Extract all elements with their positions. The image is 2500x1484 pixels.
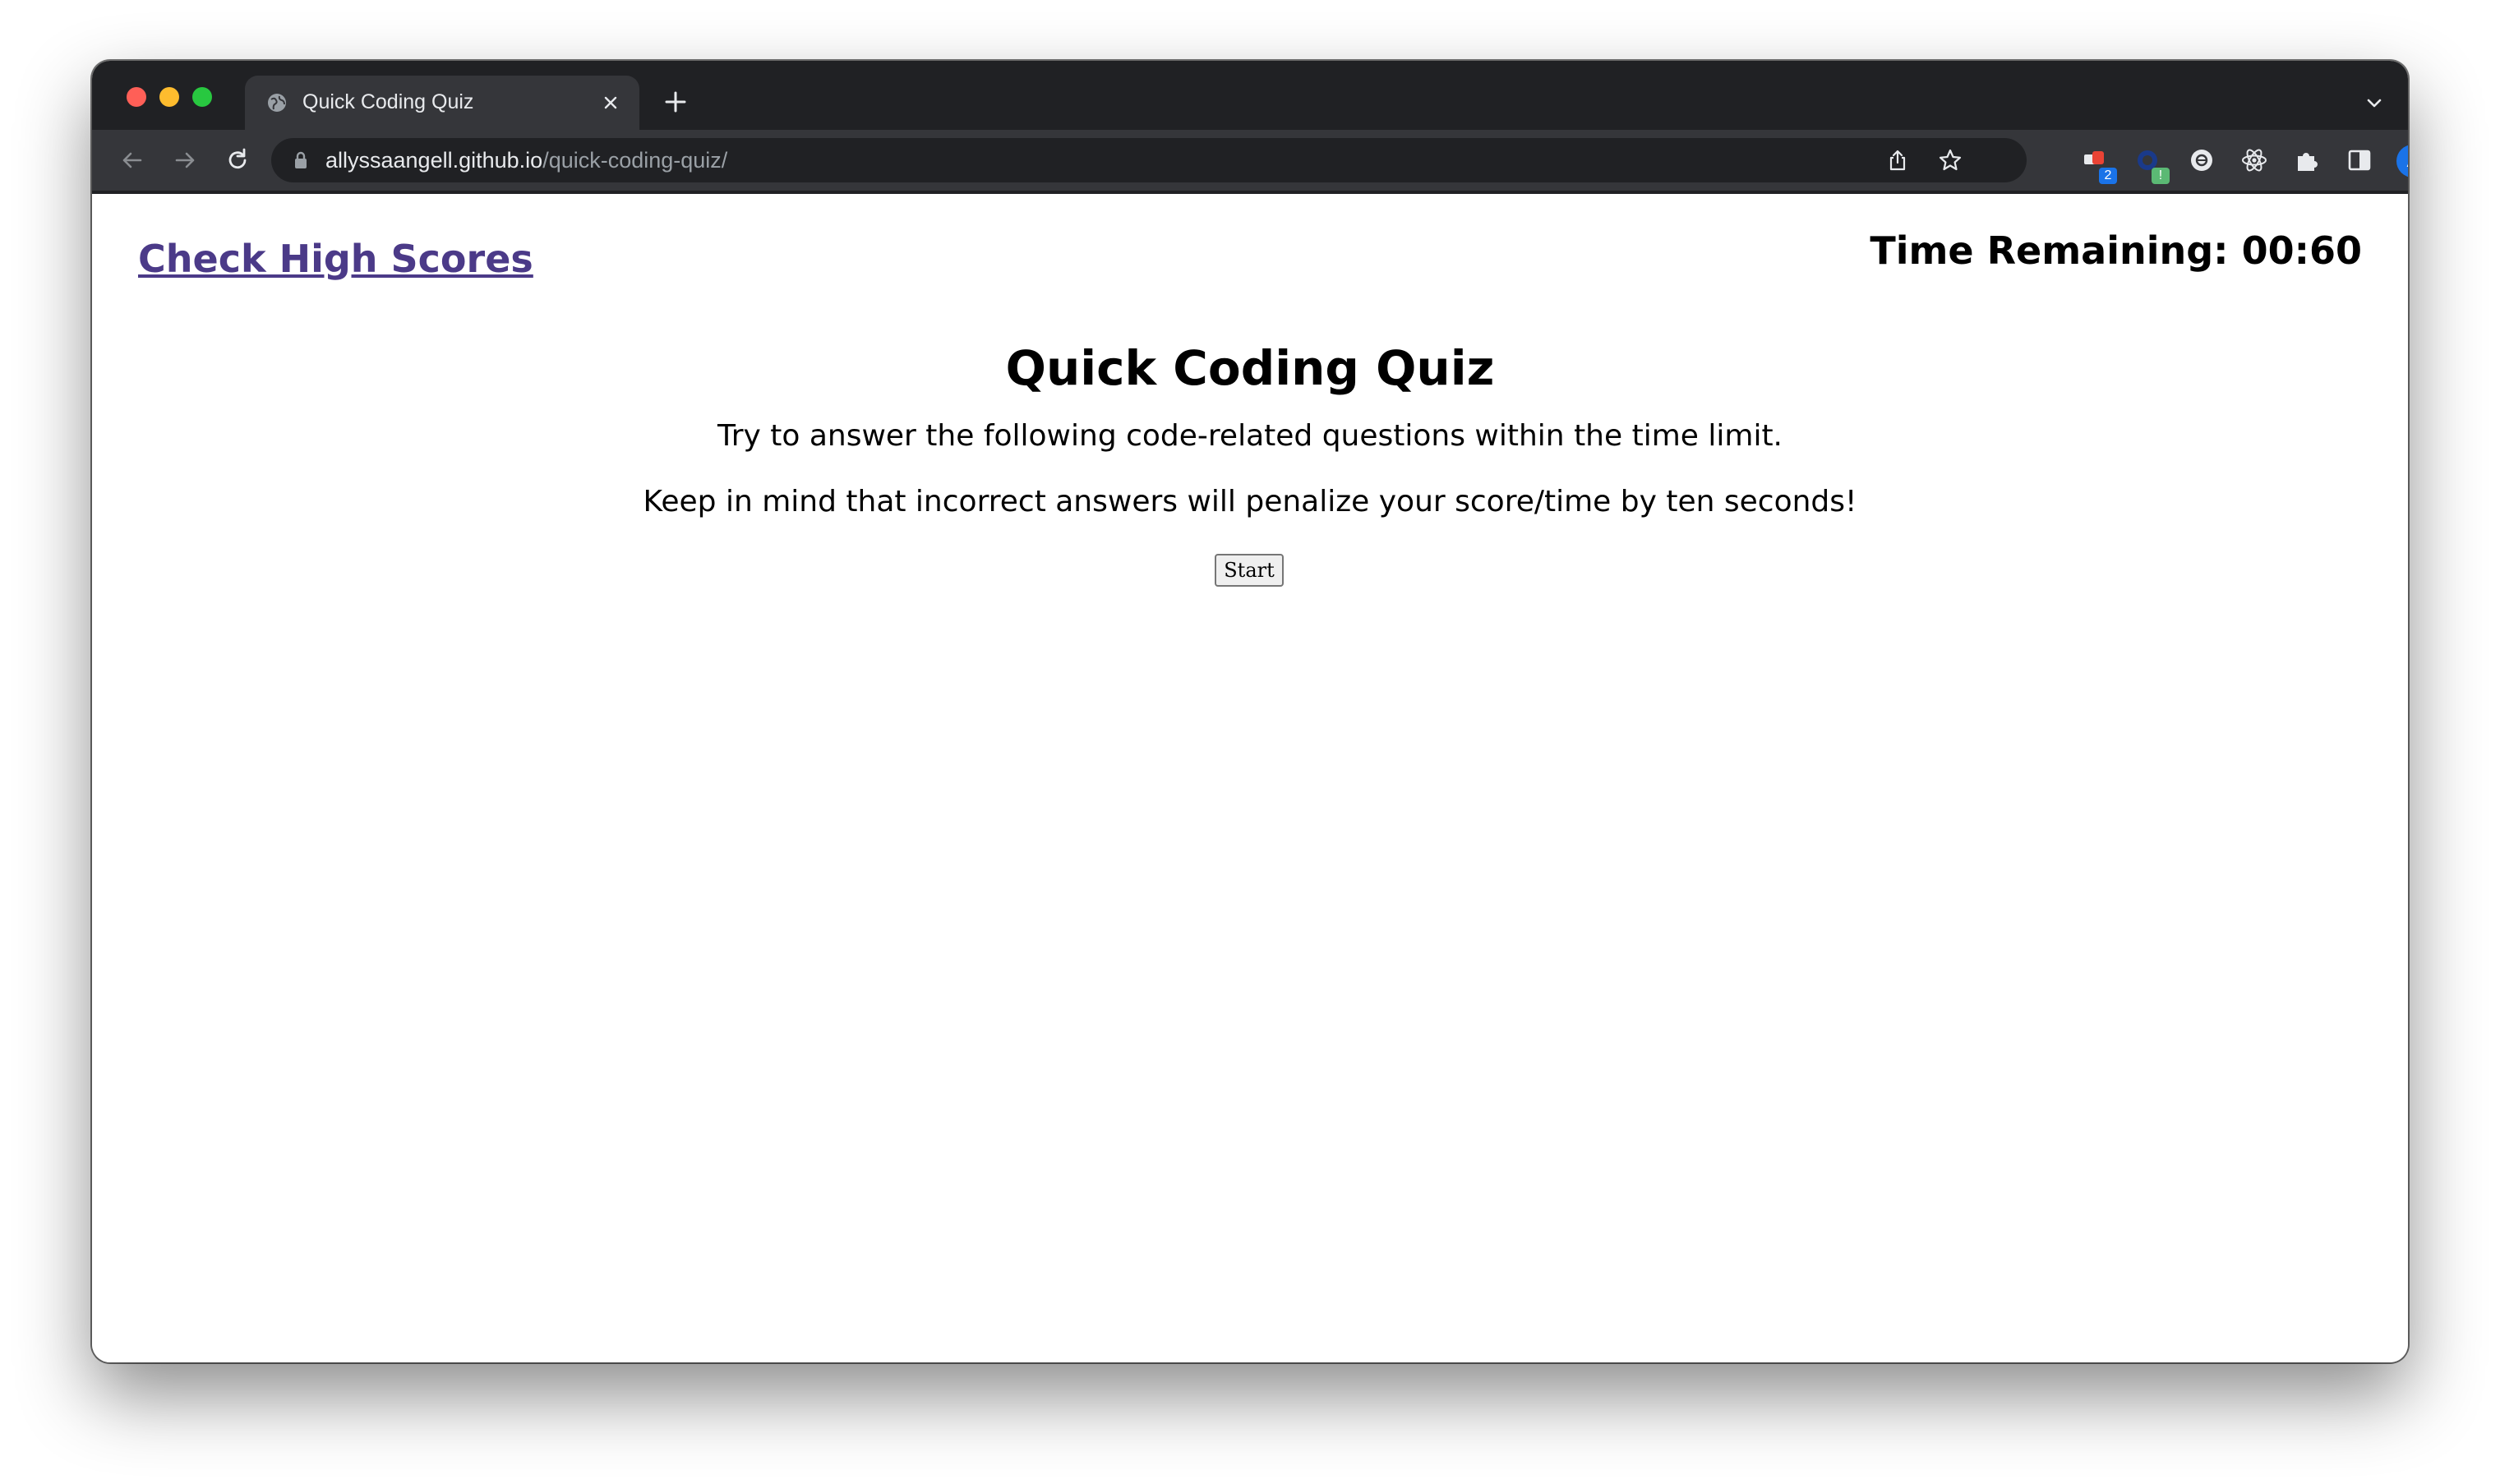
bookmark-star-icon[interactable]	[1938, 148, 1963, 173]
lock-icon[interactable]	[293, 150, 309, 170]
intro-text-time-limit: Try to answer the following code-related…	[717, 419, 1783, 453]
share-icon[interactable]	[1885, 148, 1910, 173]
back-arrow-icon[interactable]	[117, 145, 148, 176]
tab-strip: Quick Coding Quiz	[92, 61, 2408, 130]
page-viewport: Check High Scores Time Remaining: 00:60 …	[92, 194, 2408, 1362]
url-host: allyssaangell.github.io	[325, 148, 543, 173]
extension-red[interactable]: 2	[2081, 130, 2117, 191]
intro-text-penalty: Keep in mind that incorrect answers will…	[643, 485, 1857, 518]
profile-avatar[interactable]: A	[2396, 145, 2408, 177]
extension-badge: 2	[2099, 168, 2117, 184]
start-button[interactable]: Start	[1215, 554, 1284, 587]
browser-window: Quick Coding Quiz allyssaangell.github.i…	[92, 61, 2408, 1362]
react-devtools-icon[interactable]	[2239, 145, 2270, 176]
minimize-window-button[interactable]	[159, 87, 179, 107]
extension-blue[interactable]: !	[2133, 130, 2170, 191]
close-window-button[interactable]	[127, 87, 146, 107]
extension-circle-icon[interactable]	[2186, 145, 2217, 176]
new-tab-icon[interactable]	[662, 89, 689, 115]
chevron-down-icon[interactable]	[2364, 92, 2385, 113]
desktop: Quick Coding Quiz allyssaangell.github.i…	[0, 0, 2500, 1484]
browser-toolbar: allyssaangell.github.io/quick-coding-qui…	[92, 130, 2408, 194]
forward-arrow-icon[interactable]	[169, 145, 201, 176]
tab-title: Quick Coding Quiz	[302, 90, 474, 113]
globe-icon	[268, 94, 286, 112]
close-tab-icon[interactable]	[600, 92, 621, 113]
page-title: Quick Coding Quiz	[1005, 340, 1495, 396]
check-high-scores-link[interactable]: Check High Scores	[138, 237, 533, 281]
extension-badge: !	[2152, 168, 2170, 184]
time-remaining: Time Remaining: 00:60	[1870, 228, 2362, 273]
reload-icon[interactable]	[222, 145, 253, 176]
url-path: /quick-coding-quiz/	[542, 148, 728, 173]
tab-quick-coding-quiz[interactable]: Quick Coding Quiz	[245, 76, 639, 130]
puzzle-icon[interactable]	[2291, 145, 2322, 176]
side-panel-icon[interactable]	[2344, 145, 2375, 176]
address-bar[interactable]: allyssaangell.github.io/quick-coding-qui…	[271, 138, 2027, 182]
url-text: allyssaangell.github.io/quick-coding-qui…	[325, 148, 727, 173]
maximize-window-button[interactable]	[192, 87, 212, 107]
